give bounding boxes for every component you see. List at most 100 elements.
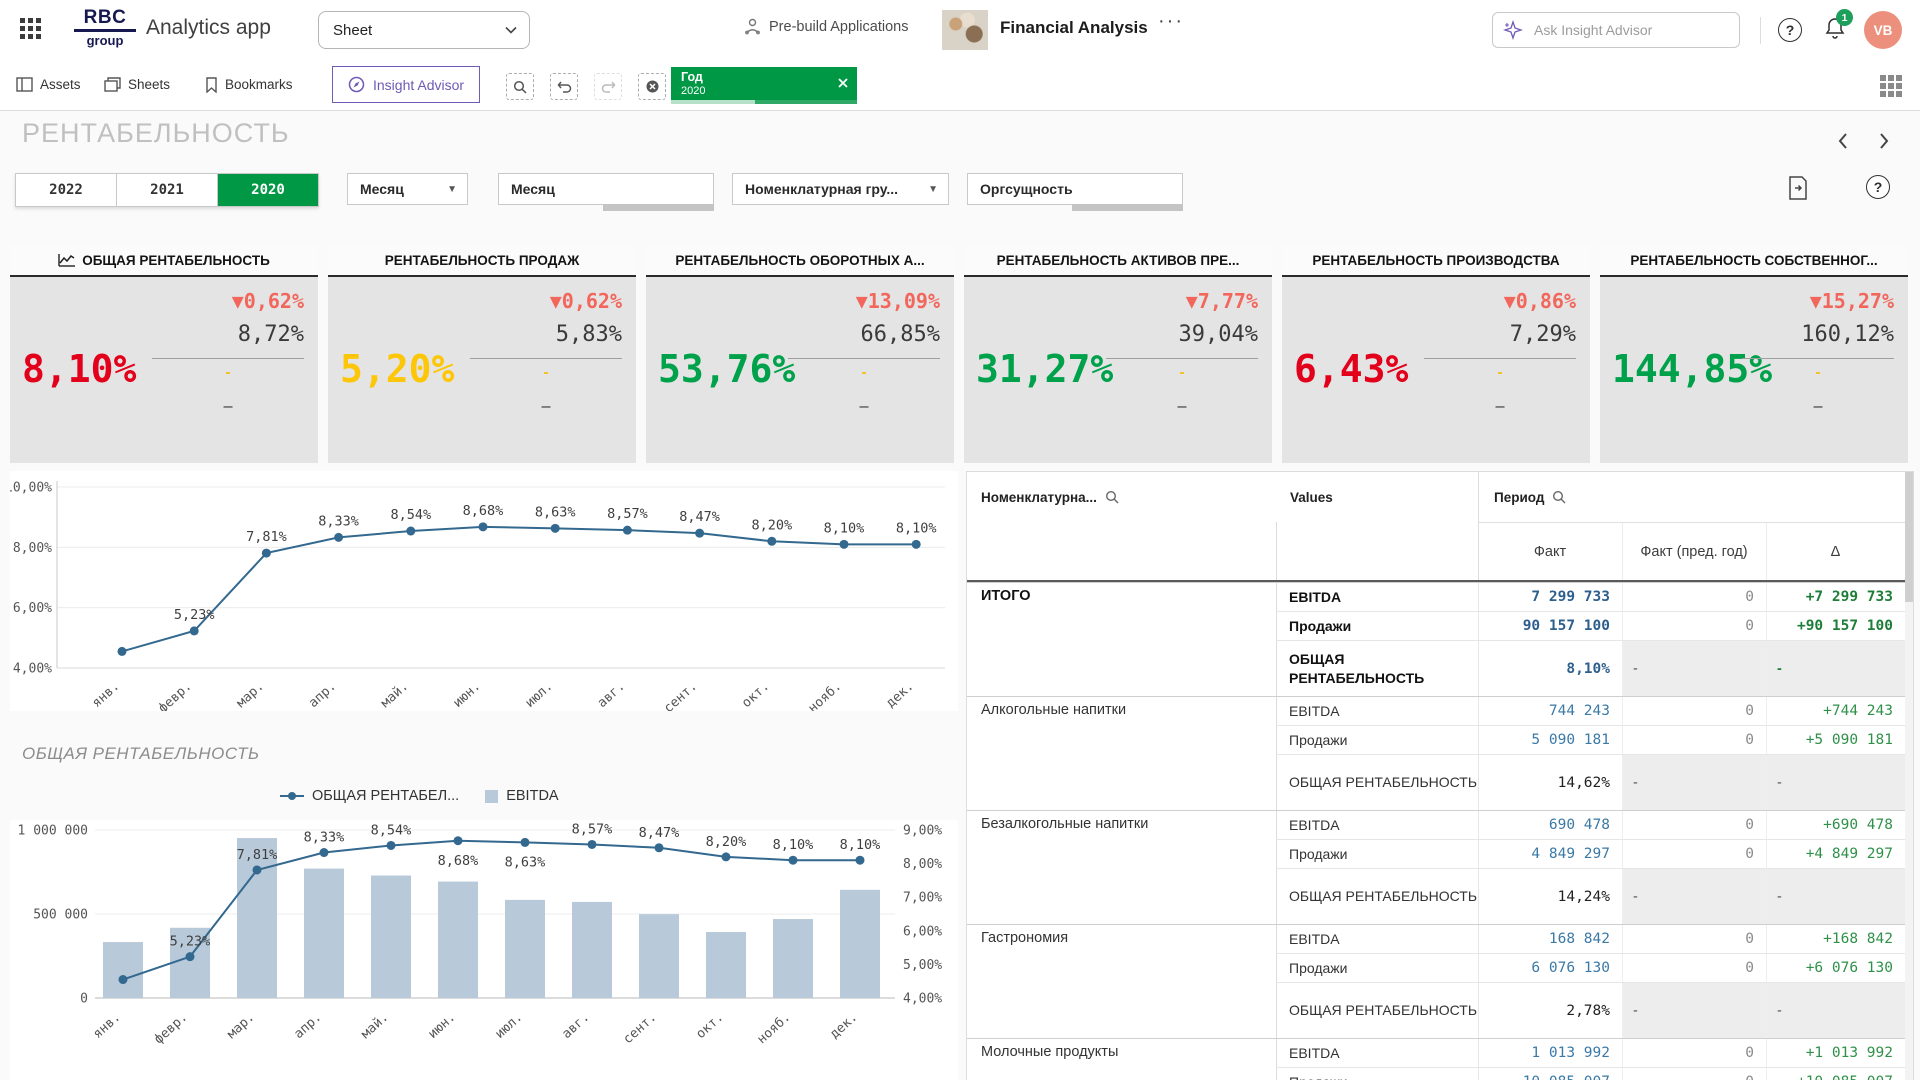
- delta-cell[interactable]: +4 849 297: [1766, 840, 1905, 868]
- table-header-dimension[interactable]: Номенклатурна...: [981, 472, 1119, 522]
- org-listbox[interactable]: Оргсущность: [967, 173, 1183, 205]
- year-button-2021[interactable]: 2021: [117, 174, 218, 206]
- x-axis-label[interactable]: окт.: [693, 1010, 726, 1042]
- data-point[interactable]: [253, 865, 262, 874]
- data-point[interactable]: [695, 529, 704, 538]
- fact-cell[interactable]: 14,62%: [1478, 755, 1622, 810]
- month-listbox[interactable]: Месяц: [498, 173, 714, 205]
- notifications-button[interactable]: 1: [1824, 16, 1846, 40]
- fact-cell[interactable]: 1 013 992: [1478, 1039, 1622, 1067]
- fact-prev-year-cell[interactable]: -: [1622, 641, 1766, 696]
- x-axis-label[interactable]: сент.: [661, 679, 700, 711]
- undo-selection-button[interactable]: [550, 73, 578, 100]
- combo-chart[interactable]: 1 000 000500 00009,00%8,00%7,00%6,00%5,0…: [10, 820, 958, 1080]
- data-point[interactable]: [521, 838, 530, 847]
- table-header-values[interactable]: Values: [1290, 472, 1333, 522]
- clear-selections-button[interactable]: [638, 73, 666, 100]
- ebitda-bar[interactable]: [438, 882, 478, 998]
- data-point[interactable]: [262, 549, 271, 558]
- x-axis-label[interactable]: сент.: [621, 1010, 660, 1047]
- fact-prev-year-cell[interactable]: 0: [1622, 1068, 1766, 1080]
- app-thumbnail[interactable]: [942, 10, 988, 50]
- next-sheet-chevron[interactable]: [1872, 130, 1894, 152]
- fact-cell[interactable]: 744 243: [1478, 697, 1622, 725]
- fact-cell[interactable]: 4 849 297: [1478, 840, 1622, 868]
- kpi-card[interactable]: РЕНТАБЕЛЬНОСТЬ ПРОДАЖ 5,20% ▼0,62% 5,83%…: [328, 245, 636, 463]
- line-chart-panel[interactable]: 10,00%8,00%6,00%4,00%янв.5,23%февр.7,81%…: [10, 471, 958, 711]
- metric-cell[interactable]: EBITDA: [1276, 583, 1478, 611]
- delta-cell[interactable]: +6 076 130: [1766, 954, 1905, 982]
- ebitda-bar[interactable]: [840, 890, 880, 998]
- table-subheader-fact[interactable]: Факт: [1478, 522, 1622, 581]
- x-axis-label[interactable]: апр.: [291, 1010, 324, 1042]
- delta-cell[interactable]: -: [1766, 983, 1905, 1038]
- data-point[interactable]: [119, 975, 128, 984]
- x-axis-label[interactable]: мар.: [234, 679, 267, 711]
- nomenclature-dropdown[interactable]: Номенклатурная гру...▼: [732, 173, 949, 205]
- data-point[interactable]: [623, 526, 632, 535]
- fact-prev-year-cell[interactable]: -: [1622, 869, 1766, 924]
- fact-cell[interactable]: 8,10%: [1478, 641, 1622, 696]
- x-axis-label[interactable]: нояб.: [806, 679, 845, 711]
- x-axis-label[interactable]: дек.: [884, 679, 917, 711]
- data-point[interactable]: [479, 522, 488, 531]
- dimension-cell[interactable]: Молочные продукты: [967, 1039, 1276, 1080]
- metric-cell[interactable]: EBITDA: [1276, 1039, 1478, 1067]
- tab-sheets[interactable]: Sheets: [104, 60, 170, 109]
- dimension-cell[interactable]: Гастрономия: [967, 925, 1276, 1038]
- dimension-cell[interactable]: ИТОГО: [967, 583, 1276, 696]
- data-point[interactable]: [190, 626, 199, 635]
- delta-cell[interactable]: +90 157 100: [1766, 612, 1905, 640]
- kpi-card[interactable]: ОБЩАЯ РЕНТАБЕЛЬНОСТЬ 8,10% ▼0,62% 8,72% …: [10, 245, 318, 463]
- x-axis-label[interactable]: июл.: [492, 1010, 525, 1042]
- fact-prev-year-cell[interactable]: -: [1622, 983, 1766, 1038]
- year-button-2020[interactable]: 2020: [218, 174, 318, 206]
- table-scrollbar-thumb[interactable]: [1905, 472, 1913, 602]
- x-axis-label[interactable]: май.: [378, 679, 411, 711]
- data-point[interactable]: [454, 836, 463, 845]
- year-button-2022[interactable]: 2022: [16, 174, 117, 206]
- data-point[interactable]: [118, 647, 127, 656]
- x-axis-label[interactable]: авг.: [559, 1010, 592, 1042]
- fact-cell[interactable]: 690 478: [1478, 811, 1622, 839]
- delta-cell[interactable]: +744 243: [1766, 697, 1905, 725]
- x-axis-label[interactable]: нояб.: [755, 1010, 794, 1047]
- redo-selection-button[interactable]: [594, 73, 622, 100]
- x-axis-label[interactable]: июн.: [450, 679, 483, 711]
- sheet-grid-icon[interactable]: [1880, 75, 1902, 97]
- delta-cell[interactable]: +1 013 992: [1766, 1039, 1905, 1067]
- table-subheader-fact-prev[interactable]: Факт (пред. год): [1622, 522, 1766, 581]
- sheet-help-button[interactable]: ?: [1866, 175, 1890, 199]
- delta-cell[interactable]: -: [1766, 755, 1905, 810]
- fact-prev-year-cell[interactable]: 0: [1622, 583, 1766, 611]
- insight-advisor-button[interactable]: Insight Advisor: [332, 66, 480, 103]
- x-axis-label[interactable]: май.: [358, 1010, 391, 1042]
- metric-cell[interactable]: Продажи: [1276, 954, 1478, 982]
- fact-prev-year-cell[interactable]: 0: [1622, 697, 1766, 725]
- data-point[interactable]: [840, 540, 849, 549]
- data-point[interactable]: [789, 856, 798, 865]
- month-dropdown[interactable]: Месяц▼: [347, 173, 468, 205]
- delta-cell[interactable]: +5 090 181: [1766, 726, 1905, 754]
- fact-cell[interactable]: 14,24%: [1478, 869, 1622, 924]
- prev-sheet-chevron[interactable]: [1833, 130, 1855, 152]
- x-axis-label[interactable]: дек.: [827, 1010, 860, 1042]
- help-button[interactable]: ?: [1778, 18, 1802, 42]
- metric-cell[interactable]: ОБЩАЯ РЕНТАБЕЛЬНОСТЬ: [1276, 869, 1478, 924]
- metric-cell[interactable]: Продажи: [1276, 840, 1478, 868]
- combo-chart-panel[interactable]: 1 000 000500 00009,00%8,00%7,00%6,00%5,0…: [10, 820, 958, 1080]
- data-point[interactable]: [588, 840, 597, 849]
- fact-cell[interactable]: 5 090 181: [1478, 726, 1622, 754]
- data-point[interactable]: [767, 537, 776, 546]
- ebitda-bar[interactable]: [304, 869, 344, 998]
- delta-cell[interactable]: +10 085 007: [1766, 1068, 1905, 1080]
- ebitda-bar[interactable]: [706, 932, 746, 998]
- metric-cell[interactable]: EBITDA: [1276, 697, 1478, 725]
- metric-cell[interactable]: ОБЩАЯ РЕНТАБЕЛЬНОСТЬ: [1276, 641, 1478, 696]
- fact-prev-year-cell[interactable]: 0: [1622, 726, 1766, 754]
- data-point[interactable]: [912, 540, 921, 549]
- x-axis-label[interactable]: июл.: [523, 679, 556, 711]
- fact-cell[interactable]: 6 076 130: [1478, 954, 1622, 982]
- metric-cell[interactable]: Продажи: [1276, 1068, 1478, 1080]
- kpi-card[interactable]: РЕНТАБЕЛЬНОСТЬ АКТИВОВ ПРЕ... 31,27% ▼7,…: [964, 245, 1272, 463]
